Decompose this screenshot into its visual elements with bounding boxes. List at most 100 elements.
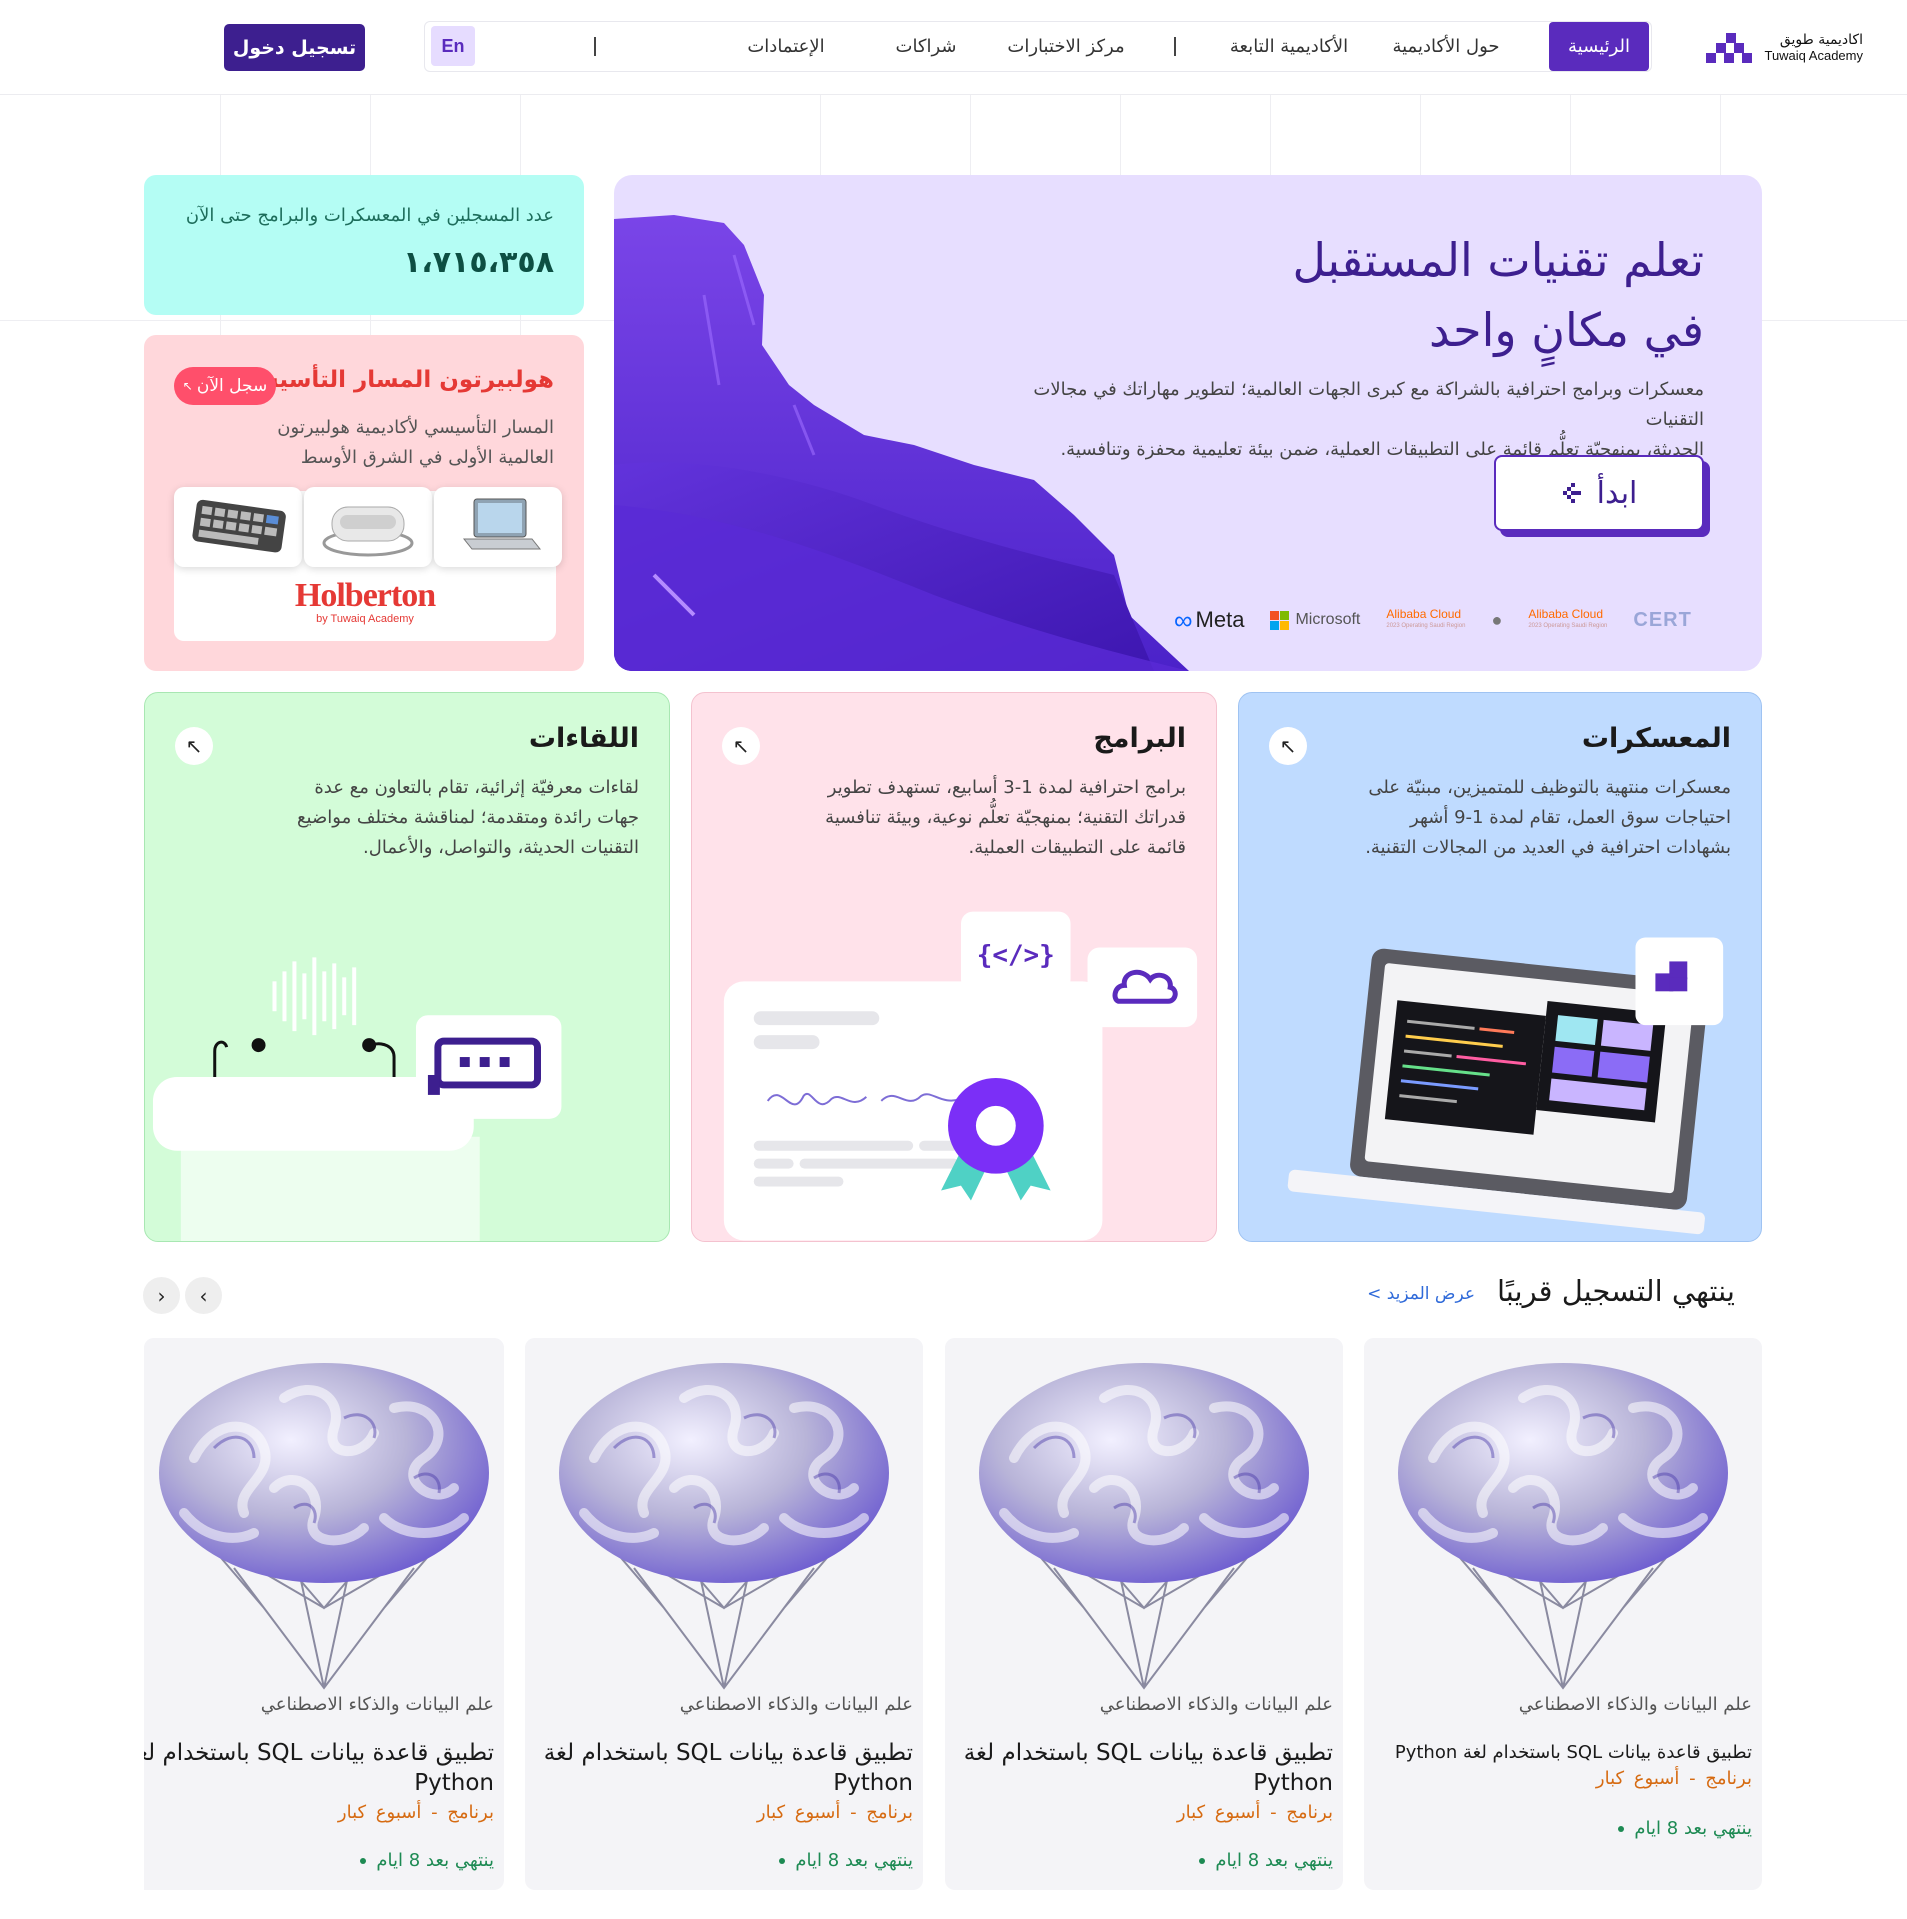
program-meta: برنامج - أسبوع كبار: [337, 1802, 494, 1823]
meetups-title: اللقاءات: [528, 723, 639, 754]
holberton-card[interactable]: هولبيرتون المسار التأسيسي سجل الآن ↖ الم…: [144, 335, 584, 671]
cert-logo: CERT: [1633, 608, 1692, 631]
vr-headset-image: [304, 487, 432, 567]
program-category: علم البيانات والذكاء الاصطناعي: [260, 1694, 494, 1715]
holberton-logo: Holberton: [294, 577, 436, 614]
register-now-badge[interactable]: سجل الآن ↖: [174, 367, 276, 405]
status-dot: [1199, 1857, 1206, 1864]
program-name: تطبيق قاعدة بيانات SQL باستخدام لغة Pyth…: [543, 1740, 913, 1796]
programs-title: البرامج: [1093, 723, 1186, 754]
alibaba-cloud-logo: Alibaba Cloud 2023 Operating Saudi Region: [1386, 607, 1466, 629]
program-card[interactable]: علم البيانات والذكاء الاصطناعي تطبيق قاع…: [525, 1338, 923, 1890]
holberton-gadgets: [174, 487, 562, 569]
tuwaiq-logo-icon: [1706, 33, 1753, 63]
program-meta: برنامج - أسبوع كبار: [756, 1802, 913, 1823]
logo-text-en: Tuwaiq Academy: [1764, 48, 1863, 63]
meta-infinity-icon: ∞: [1174, 605, 1193, 635]
holberton-title: هولبيرتون المسار التأسيسي: [232, 367, 554, 393]
brain-image: [1364, 1338, 1762, 1698]
meetups-card[interactable]: اللقاءات لقاءات معرفيّة إثرائية، تقام با…: [144, 692, 670, 1242]
carousel-next-button[interactable]: ›: [185, 1277, 222, 1314]
program-name: تطبيق قاعدة بيانات SQL باستخدام لغة Pyth…: [144, 1740, 494, 1796]
holberton-promo: Holberton by Tuwaiq Academy: [174, 487, 562, 641]
view-more-link[interactable]: عرض المزيد >: [1367, 1284, 1475, 1304]
stat-label: عدد المسجلين في المعسكرات والبرامج حتى ا…: [185, 205, 554, 226]
certificate-illustration: {</>}: [723, 911, 1198, 1241]
start-button[interactable]: ابدأ: [1494, 455, 1704, 531]
programs-card[interactable]: البرامج برامج احترافية لمدة 1-3 أسابيع، …: [691, 692, 1217, 1242]
program-ends: ينتهي بعد 8 ايام: [779, 1850, 913, 1871]
holberton-description: المسار التأسيسي لأكاديمية هولبيرتون العا…: [224, 413, 554, 473]
program-card[interactable]: علم البيانات والذكاء الاصطناعي تطبيق قاع…: [1364, 1338, 1762, 1890]
hero-title-line1: تعلم تقنيات المستقبل: [1292, 233, 1704, 287]
bootcamps-title: المعسكرات: [1581, 723, 1731, 754]
nav-partnerships[interactable]: شراكات: [866, 22, 986, 71]
nav-about[interactable]: حول الأكاديمية: [1371, 22, 1521, 71]
meetups-description: لقاءات معرفيّة إثرائية، تقام بالتعاون مع…: [296, 777, 639, 858]
status-dot: [1618, 1825, 1625, 1832]
section-title: ينتهي التسجيل قريبًا: [1496, 1274, 1735, 1308]
holberton-desc-line1: المسار التأسيسي لأكاديمية هولبيرتون: [277, 417, 554, 438]
apple-icon: ●: [1491, 609, 1503, 630]
laptop-image: [434, 487, 562, 567]
keyboard-image: [174, 487, 302, 567]
program-card[interactable]: علم البيانات والذكاء الاصطناعي تطبيق قاع…: [945, 1338, 1343, 1890]
register-now-label: سجل الآن: [196, 376, 268, 396]
logo-text: اكاديمية طويق Tuwaiq Academy: [1764, 32, 1863, 64]
brain-image: [144, 1338, 504, 1698]
program-card[interactable]: علم البيانات والذكاء الاصطناعي تطبيق قاع…: [144, 1338, 504, 1890]
program-ends: ينتهي بعد 8 ايام: [1618, 1818, 1752, 1839]
program-ends-label: ينتهي بعد 8 ايام: [1634, 1818, 1752, 1839]
program-ends-label: ينتهي بعد 8 ايام: [1215, 1850, 1333, 1871]
hero-banner: تعلم تقنيات المستقبل في مكانٍ واحد معسكر…: [614, 175, 1762, 671]
arrow-up-left-icon: ↖: [182, 379, 193, 393]
arrow-up-left-icon[interactable]: ↖: [722, 727, 760, 765]
chevron-right-icon: ›: [199, 1283, 208, 1308]
pixel-arrow-icon: [1562, 483, 1581, 503]
start-button-label: ابدأ: [1596, 475, 1638, 511]
program-category: علم البيانات والذكاء الاصطناعي: [1518, 1694, 1752, 1715]
site-logo[interactable]: اكاديمية طويق Tuwaiq Academy: [1688, 26, 1863, 70]
programs-description: برامج احترافية لمدة 1-3 أسابيع، تستهدف ت…: [825, 777, 1186, 858]
microsoft-squares-icon: [1270, 610, 1290, 630]
holberton-desc-line2: العالمية الأولى في الشرق الأوسط: [300, 447, 554, 468]
bootcamps-card[interactable]: المعسكرات معسكرات منتهية بالتوظيف للمتمي…: [1238, 692, 1762, 1242]
nav-divider: [594, 37, 596, 56]
logo-text-ar: اكاديمية طويق: [1779, 32, 1863, 48]
nav-home[interactable]: الرئيسية: [1549, 22, 1649, 71]
nav-affiliated-academy[interactable]: الأكاديمية التابعة: [1209, 22, 1369, 71]
bootcamps-description: معسكرات منتهية بالتوظيف للمتميزين، مبنيّ…: [1365, 777, 1731, 858]
nav-testing-center[interactable]: مركز الاختبارات: [991, 22, 1141, 71]
brain-image: [945, 1338, 1343, 1698]
arrow-up-left-icon[interactable]: ↖: [175, 727, 213, 765]
top-header: اكاديمية طويق Tuwaiq Academy الرئيسية حو…: [0, 0, 1907, 95]
main-nav: الرئيسية حول الأكاديمية الأكاديمية التاب…: [424, 21, 1652, 72]
hero-description: معسكرات وبرامج احترافية بالشراكة مع كبرى…: [984, 375, 1704, 465]
hero-desc-line1: معسكرات وبرامج احترافية بالشراكة مع كبرى…: [1033, 379, 1704, 430]
program-ends: ينتهي بعد 8 ايام: [1199, 1850, 1333, 1871]
arrow-up-left-icon[interactable]: ↖: [1269, 727, 1307, 765]
svg-text:{</>}: {</>}: [977, 940, 1055, 970]
program-ends: ينتهي بعد 8 ايام: [360, 1850, 494, 1871]
program-ends-label: ينتهي بعد 8 ايام: [795, 1850, 913, 1871]
stat-value: ١،٧١٥،٣٥٨: [403, 245, 554, 280]
nav-accreditations[interactable]: الإعتمادات: [711, 22, 861, 71]
carousel-prev-button[interactable]: ‹: [143, 1277, 180, 1314]
program-category: علم البيانات والذكاء الاصطناعي: [1099, 1694, 1333, 1715]
program-ends-label: ينتهي بعد 8 ايام: [376, 1850, 494, 1871]
status-dot: [779, 1857, 786, 1864]
alibaba-cloud-logo: Alibaba Cloud 2023 Operating Saudi Region: [1528, 607, 1608, 629]
laptop-illustration: [1287, 937, 1724, 1235]
program-category: علم البيانات والذكاء الاصطناعي: [679, 1694, 913, 1715]
registrants-stat-card: عدد المسجلين في المعسكرات والبرامج حتى ا…: [144, 175, 584, 315]
program-name: تطبيق قاعدة بيانات SQL باستخدام لغة Pyth…: [1394, 1742, 1752, 1763]
holberton-logo-sub: by Tuwaiq Academy: [316, 613, 414, 625]
program-meta: برنامج - أسبوع كبار: [1595, 1768, 1752, 1789]
hero-title: تعلم تقنيات المستقبل في مكانٍ واحد: [1064, 225, 1704, 365]
hero-title-line2: في مكانٍ واحد: [1429, 303, 1704, 357]
program-meta: برنامج - أسبوع كبار: [1176, 1802, 1333, 1823]
login-button[interactable]: تسجيل دخول: [224, 24, 365, 71]
program-name: تطبيق قاعدة بيانات SQL باستخدام لغة Pyth…: [963, 1740, 1333, 1796]
language-toggle[interactable]: En: [431, 26, 475, 66]
microsoft-logo: Microsoft: [1270, 610, 1360, 630]
